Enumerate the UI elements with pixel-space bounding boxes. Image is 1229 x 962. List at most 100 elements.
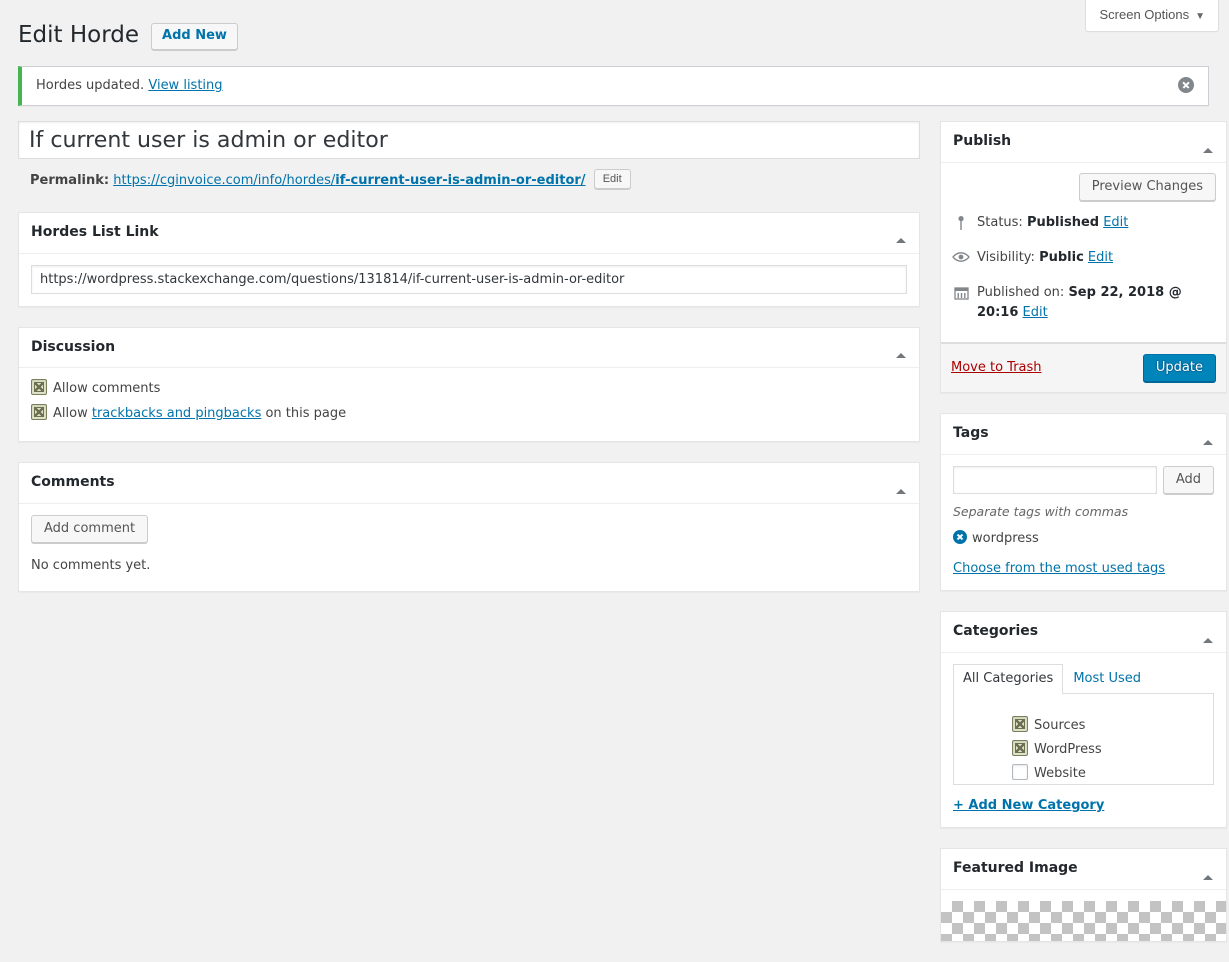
add-new-button[interactable]: Add New	[151, 23, 238, 51]
notice-text: Hordes updated. View listing	[34, 74, 1196, 98]
category-checkbox-wordpress[interactable]	[1012, 740, 1028, 756]
tags-box-title: Tags	[941, 414, 1226, 455]
major-publishing-actions: Move to Trash Update	[941, 343, 1226, 392]
category-checkbox-website[interactable]	[1012, 764, 1028, 780]
preview-changes-button[interactable]: Preview Changes	[1079, 173, 1216, 201]
chevron-up-icon	[1203, 148, 1213, 153]
toggle-categories-box[interactable]	[1190, 612, 1226, 652]
add-comment-button[interactable]: Add comment	[31, 515, 148, 543]
trackbacks-pingbacks-link[interactable]: trackbacks and pingbacks	[92, 406, 262, 421]
edit-page-wrap: Edit Horde Add New Hordes updated. View …	[0, 0, 1229, 962]
tag-name: wordpress	[972, 531, 1039, 546]
visibility-label: Visibility:	[977, 250, 1035, 265]
move-to-trash-link[interactable]: Move to Trash	[951, 359, 1042, 377]
comments-box: Comments Add comment No comments yet.	[18, 462, 920, 592]
allow-pingbacks-label-after: on this page	[261, 406, 346, 421]
tag-input-row: Add	[953, 466, 1214, 494]
edit-visibility-link[interactable]: Edit	[1088, 250, 1113, 265]
discussion-title-text: Discussion	[31, 339, 115, 355]
discussion-box-title: Discussion	[19, 328, 919, 369]
pin-icon	[951, 213, 971, 231]
edit-permalink-button[interactable]: Edit	[594, 169, 631, 189]
misc-publishing-actions: Status: Published Edit	[941, 201, 1226, 342]
status-value: Published	[1027, 215, 1099, 230]
minor-publishing-actions: Preview Changes	[941, 163, 1226, 201]
published-on-row: Published on: Sep 22, 2018 @ 20:16 Edit	[941, 277, 1226, 333]
chevron-up-icon	[1203, 440, 1213, 445]
tags-howto-text: Separate tags with commas	[953, 503, 1214, 521]
tab-most-used[interactable]: Most Used	[1063, 664, 1151, 694]
chevron-up-icon	[1203, 638, 1213, 643]
comments-body: Add comment No comments yet.	[19, 515, 919, 591]
visibility-row: Visibility: Public Edit	[941, 242, 1226, 277]
add-new-category-link[interactable]: + Add New Category	[953, 797, 1104, 815]
toggle-tags-box[interactable]	[1190, 414, 1226, 454]
page-title: Edit Horde	[18, 12, 139, 55]
visibility-text: Visibility: Public Edit	[977, 248, 1113, 269]
toggle-hordes-list-link-box[interactable]	[883, 213, 919, 253]
featured-image-preview[interactable]	[941, 901, 1226, 941]
hordes-list-link-input[interactable]	[31, 265, 907, 294]
category-checklist: Sources WordPress Website	[964, 716, 1203, 783]
chevron-up-icon	[1203, 875, 1213, 880]
tag-list-item: wordpress	[953, 530, 1214, 548]
visibility-value: Public	[1039, 250, 1084, 265]
featured-image-title-text: Featured Image	[953, 860, 1078, 876]
edit-status-link[interactable]: Edit	[1103, 215, 1128, 230]
category-label-wordpress: WordPress	[1034, 742, 1102, 757]
hordes-list-link-title-text: Hordes List Link	[31, 224, 159, 240]
tab-all-categories[interactable]: All Categories	[953, 664, 1063, 694]
publish-box: Publish Preview Changes	[940, 121, 1227, 393]
most-used-tags-link[interactable]: Choose from the most used tags	[953, 561, 1165, 576]
publish-box-title: Publish	[941, 122, 1226, 163]
toggle-discussion-box[interactable]	[883, 328, 919, 368]
status-text: Status: Published Edit	[977, 213, 1128, 234]
notice-message: Hordes updated.	[36, 78, 144, 93]
discussion-box: Discussion Allow comments Allow trackbac…	[18, 327, 920, 443]
allow-pingbacks-label-before: Allow	[53, 406, 92, 421]
minor-publishing: Preview Changes Status:	[941, 163, 1226, 343]
permalink-link[interactable]: https://cginvoice.com/info/hordes/if-cur…	[113, 173, 585, 188]
toggle-publish-box[interactable]	[1190, 122, 1226, 162]
edit-published-on-link[interactable]: Edit	[1023, 305, 1048, 320]
allow-pingbacks-row: Allow trackbacks and pingbacks on this p…	[31, 404, 907, 423]
comments-title-text: Comments	[31, 474, 115, 490]
category-item-sources: Sources	[1004, 716, 1203, 735]
tag-list: wordpress	[953, 530, 1214, 548]
calendar-icon	[951, 283, 971, 301]
chevron-up-icon	[896, 489, 906, 494]
tags-body: Add Separate tags with commas wordpress …	[941, 466, 1226, 591]
permalink-label: Permalink:	[30, 173, 109, 188]
close-circle-icon	[1178, 77, 1194, 93]
updated-notice: Hordes updated. View listing	[18, 66, 1209, 107]
comments-box-title: Comments	[19, 463, 919, 504]
add-tag-button[interactable]: Add	[1163, 466, 1214, 494]
category-checklist-wrap: Sources WordPress Website	[953, 693, 1214, 785]
category-item-wordpress: WordPress	[1004, 740, 1203, 759]
page-header: Edit Horde Add New	[18, 0, 1209, 61]
post-body-columns: Permalink: https://cginvoice.com/info/ho…	[18, 121, 1209, 962]
allow-pingbacks-checkbox[interactable]	[31, 404, 47, 420]
view-listing-link[interactable]: View listing	[148, 78, 222, 93]
featured-image-box: Featured Image	[940, 848, 1227, 942]
screen-meta-links: Screen Options▼	[1085, 0, 1219, 32]
featured-image-body	[941, 901, 1226, 941]
tab-all-categories-label: All Categories	[963, 671, 1053, 686]
remove-tag-icon[interactable]	[953, 530, 967, 544]
category-checkbox-sources[interactable]	[1012, 716, 1028, 732]
allow-comments-checkbox[interactable]	[31, 379, 47, 395]
permalink-row: Permalink: https://cginvoice.com/info/ho…	[18, 162, 920, 194]
categories-title-text: Categories	[953, 623, 1038, 639]
chevron-down-icon: ▼	[1195, 11, 1205, 22]
notice-dismiss-button[interactable]	[1169, 67, 1207, 103]
update-button[interactable]: Update	[1143, 354, 1216, 382]
tab-most-used-label[interactable]: Most Used	[1073, 671, 1141, 686]
screen-options-button[interactable]: Screen Options▼	[1085, 0, 1219, 32]
toggle-comments-box[interactable]	[883, 463, 919, 503]
new-tag-input[interactable]	[953, 466, 1157, 494]
published-on-label: Published on:	[977, 285, 1064, 300]
hordes-list-link-body	[19, 265, 919, 306]
toggle-featured-image-box[interactable]	[1190, 849, 1226, 889]
post-title-input[interactable]	[18, 121, 920, 159]
category-label-sources: Sources	[1034, 718, 1085, 733]
